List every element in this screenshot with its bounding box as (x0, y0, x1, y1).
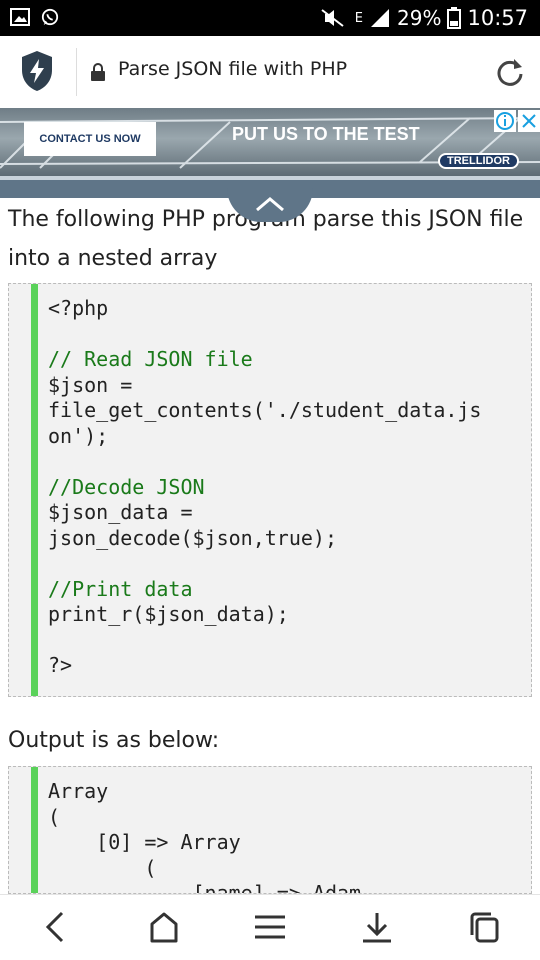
code-line: print_r($json_data); (48, 602, 289, 626)
strip-highlight (0, 176, 540, 180)
lock-icon (91, 63, 105, 81)
code-line: ( (48, 804, 61, 829)
signal-icon (371, 9, 390, 27)
code-lines: <?php // Read JSON file $json = file_get_co… (48, 296, 481, 679)
ad-close-icon[interactable] (518, 110, 540, 132)
menu-icon[interactable] (250, 909, 290, 945)
code-line: <?php (48, 296, 109, 320)
code-line: [0] => Array (48, 830, 241, 854)
clock: 10:57 (467, 6, 528, 30)
status-bar: E 29% 10:57 (0, 0, 540, 36)
code-line: $json = (48, 372, 133, 397)
reload-icon[interactable] (494, 56, 526, 88)
ad-brand-logo: TRELLIDOR (438, 153, 519, 169)
code-line: [name] => Adam (48, 881, 362, 894)
code-comment-line: // Read JSON file (48, 347, 253, 371)
page-title[interactable]: Parse JSON file with PHP (118, 58, 347, 80)
code-block: <?php // Read JSON file $json = file_get_co… (8, 283, 532, 697)
code-line: ( (48, 855, 157, 880)
browser-toolbar: Parse JSON file with PHP (0, 36, 540, 108)
ad-headline: PUT US TO THE TEST (232, 124, 420, 144)
ad-banner[interactable]: CONTACT US NOW PUT US TO THE TEST TRELLI… (0, 108, 540, 176)
code-comment-line: //Print data (48, 576, 193, 601)
code-line: file_get_contents('./student_data.js (48, 398, 482, 422)
home-icon[interactable] (144, 909, 184, 945)
code-line: ?> (48, 653, 73, 677)
mute-icon (321, 9, 344, 27)
output-lines: Array( [0] => Array ( [name] => Adam (48, 779, 362, 894)
gallery-notification-icon (10, 8, 30, 26)
code-line: json_decode($json,true); (48, 525, 337, 550)
chevron-up-icon[interactable] (255, 196, 285, 212)
tabs-icon[interactable] (465, 909, 505, 945)
battery-percent: 29% (397, 6, 442, 30)
code-line: Array (48, 779, 109, 803)
download-icon[interactable] (357, 909, 397, 945)
battery-icon (447, 7, 462, 29)
code-comment-line: //Decode JSON (48, 474, 205, 499)
whatsapp-icon (41, 8, 59, 26)
code-line: on'); (48, 423, 109, 448)
output-block: Array( [0] => Array ( [name] => Adam (8, 766, 532, 894)
network-type: E (354, 10, 364, 26)
url-divider (76, 48, 77, 96)
back-icon[interactable] (36, 909, 76, 945)
ad-contact-button[interactable]: CONTACT US NOW (24, 122, 156, 156)
code-accent-bar (31, 767, 38, 893)
output-label: Output is as below: (8, 728, 220, 753)
adblock-shield-icon[interactable] (20, 50, 54, 92)
code-line: $json_data = (48, 500, 193, 524)
bottom-nav (0, 894, 540, 960)
code-accent-bar (31, 284, 38, 696)
ad-info-icon[interactable] (494, 110, 516, 132)
